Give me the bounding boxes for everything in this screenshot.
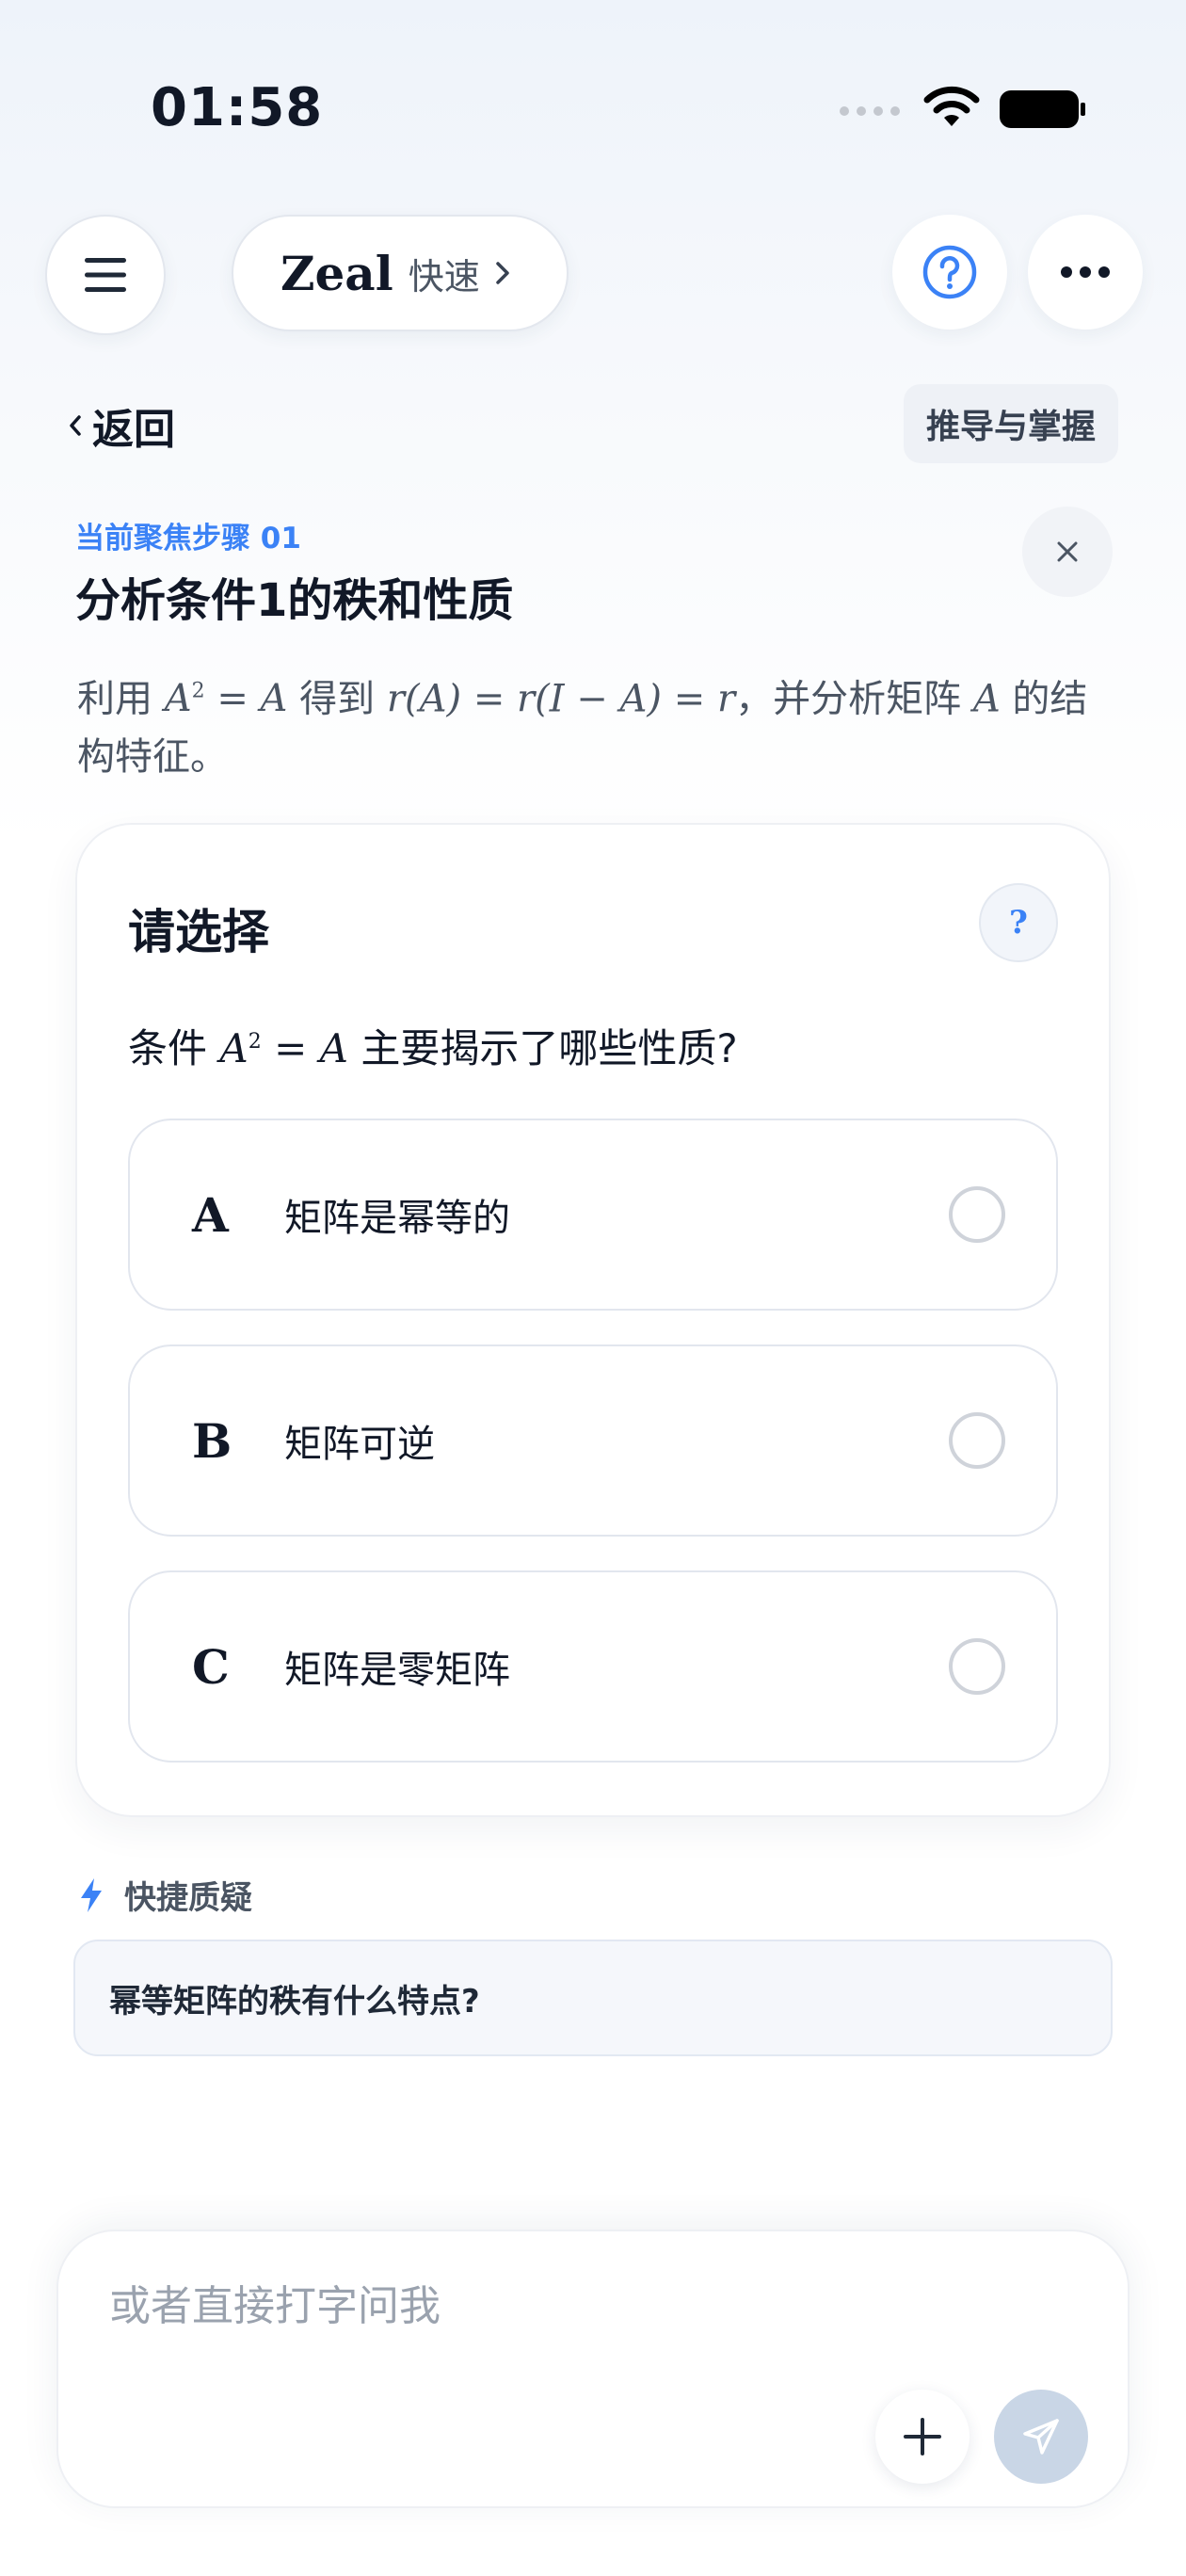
menu-button[interactable] [45,215,166,335]
battery-icon [1000,90,1085,128]
model-selector[interactable]: Zeal 快速 [232,215,569,331]
card-help-button[interactable]: ? [979,883,1058,962]
back-label: 返回 [92,406,175,454]
quick-challenge-header: 快捷质疑 [77,1872,252,1918]
quick-challenge-label: 快捷质疑 [124,1879,252,1917]
option-text: 矩阵是幂等的 [284,1197,510,1240]
more-options-button[interactable] [1028,215,1143,330]
model-name: Zeal [280,245,393,301]
step-description: 利用 A2 = A 得到 r(A) = r(I − A) = r，并分析矩阵 A… [77,677,1088,780]
close-icon [1057,541,1078,562]
radio-circle-icon[interactable] [949,1638,1005,1695]
chevron-left-icon [70,415,81,436]
option-b[interactable]: B 矩阵可逆 [128,1344,1058,1537]
wifi-icon [923,86,980,126]
option-text: 矩阵可逆 [284,1423,435,1466]
option-c[interactable]: C 矩阵是零矩阵 [128,1570,1058,1763]
send-icon [1023,2419,1059,2455]
chevron-right-icon [495,262,509,284]
card-title: 请选择 [128,905,269,959]
option-a[interactable]: A 矩阵是幂等的 [128,1119,1058,1311]
plus-icon [904,2418,941,2455]
model-mode: 快速 [408,255,480,298]
back-button[interactable]: 返回 [68,395,175,456]
close-button[interactable] [1022,507,1113,597]
option-letter: C [192,1638,230,1695]
help-circle-icon [922,245,977,299]
help-button[interactable] [892,215,1007,330]
attach-button[interactable] [875,2390,970,2484]
step-title: 分析条件1的秩和性质 [75,574,514,627]
mode-tag-chip[interactable]: 推导与掌握 [904,384,1118,463]
step-label: 当前聚焦步骤 01 [75,522,301,555]
message-input[interactable] [109,2273,956,2339]
option-letter: A [192,1186,229,1243]
lightning-icon [81,1877,102,1912]
option-text: 矩阵是零矩阵 [284,1649,510,1692]
status-time: 01:58 [151,77,324,138]
question-text: 条件 A2 = A 主要揭示了哪些性质? [128,1025,738,1071]
composer [56,2230,1130,2508]
quick-question-chip[interactable]: 幂等矩阵的秩有什么特点? [73,1940,1113,2056]
radio-circle-icon[interactable] [949,1412,1005,1469]
cellular-signal-icon [840,106,900,116]
more-dots-icon [1061,266,1110,278]
hamburger-icon [85,258,126,292]
radio-circle-icon[interactable] [949,1186,1005,1243]
send-button[interactable] [994,2390,1088,2484]
option-letter: B [192,1412,232,1469]
